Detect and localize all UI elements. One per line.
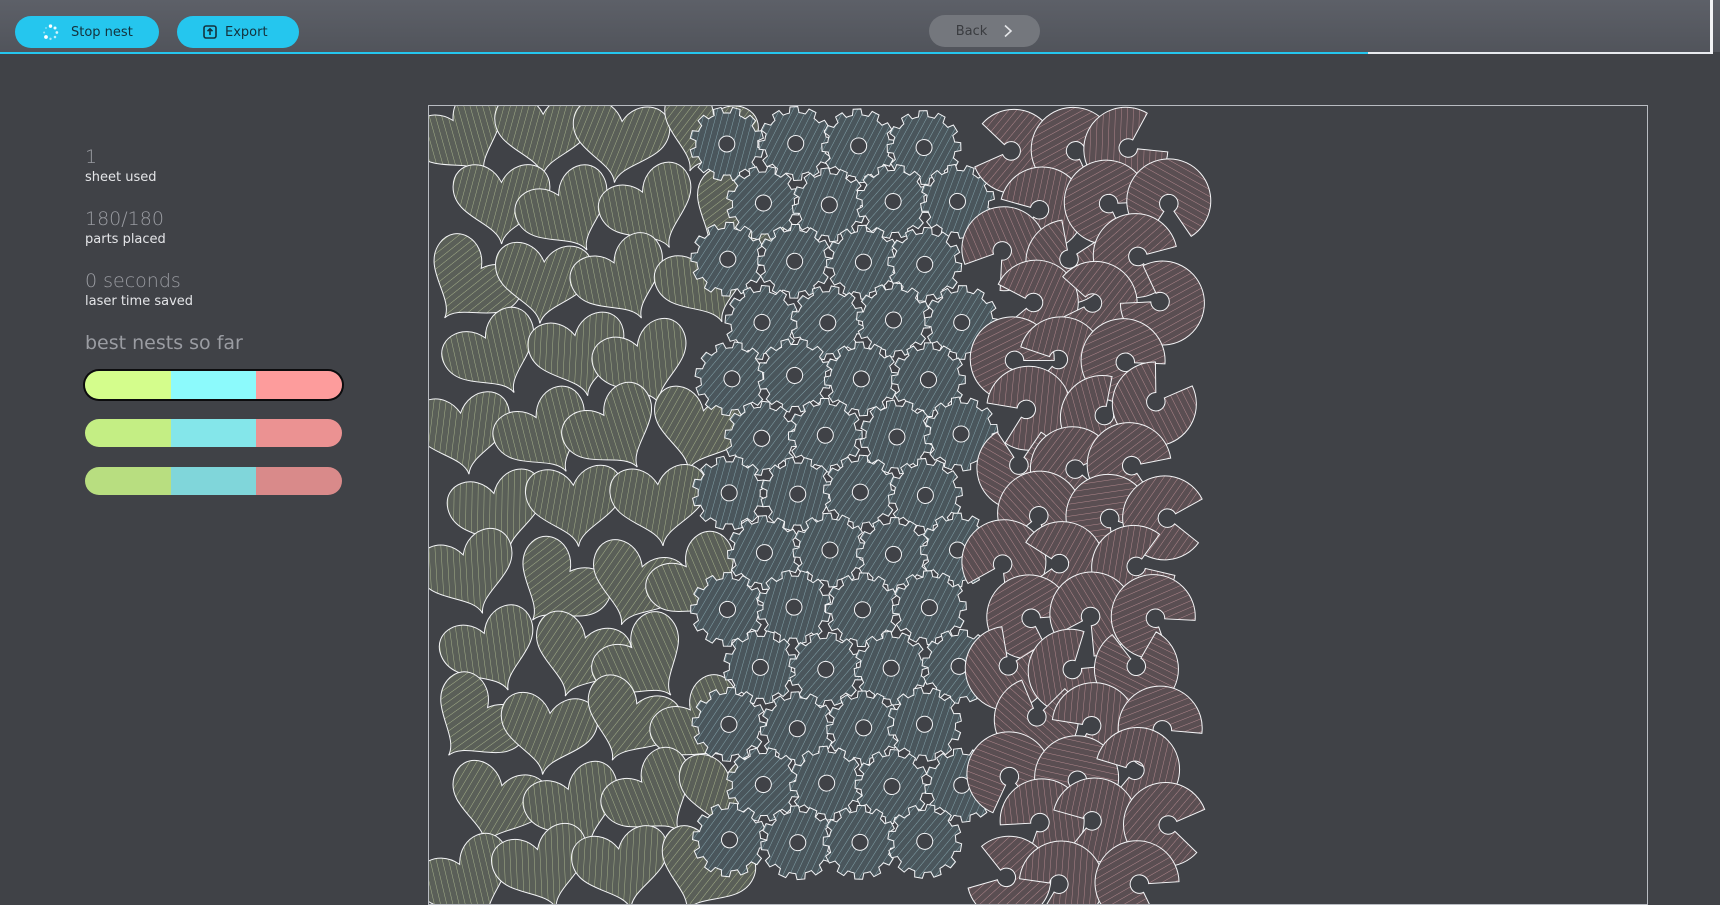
sheets-used-value: 1 [85,146,98,168]
best-nest-segment [85,419,171,447]
stop-nest-label: Stop nest [71,24,133,40]
sheets-used-label: sheet used [85,170,157,185]
best-nest-segment [170,419,257,447]
best-nest-segment [256,371,342,399]
back-button[interactable]: Back [929,15,1040,47]
back-label: Back [955,23,988,39]
best-nest-bar[interactable] [85,371,342,399]
nest-sheet-canvas [429,106,1212,904]
export-button[interactable]: Export [177,16,299,48]
best-nest-segment [85,467,171,495]
top-toolbar: Stop nest Export Back [0,0,1720,52]
best-nest-bar[interactable] [85,419,342,447]
export-icon [203,25,217,39]
export-label: Export [225,24,268,40]
best-nests-title: best nests so far [85,332,243,354]
gear-part [691,455,767,531]
stop-nest-button[interactable]: Stop nest [15,16,159,48]
best-nest-segment [256,467,342,495]
toolbar-endcap [1710,0,1713,54]
best-nest-segment [256,419,342,447]
best-nest-segment [85,371,171,399]
best-nest-segment [170,467,257,495]
nest-progress-fill [0,52,1368,54]
laser-time-label: laser time saved [85,294,194,309]
chevron-right-icon [1004,24,1013,38]
nest-stats-panel: 1 sheet used 180/180 parts placed 0 seco… [85,145,355,515]
best-nests-list [85,371,355,495]
laser-time-value: 0 seconds [85,270,181,292]
spinner-icon [43,24,59,41]
nest-sheet[interactable] [428,105,1648,905]
best-nest-segment [170,371,257,399]
nest-progress-bar [0,52,1710,54]
parts-placed-label: parts placed [85,232,166,247]
best-nest-bar[interactable] [85,467,342,495]
parts-placed-value: 180/180 [85,208,164,230]
